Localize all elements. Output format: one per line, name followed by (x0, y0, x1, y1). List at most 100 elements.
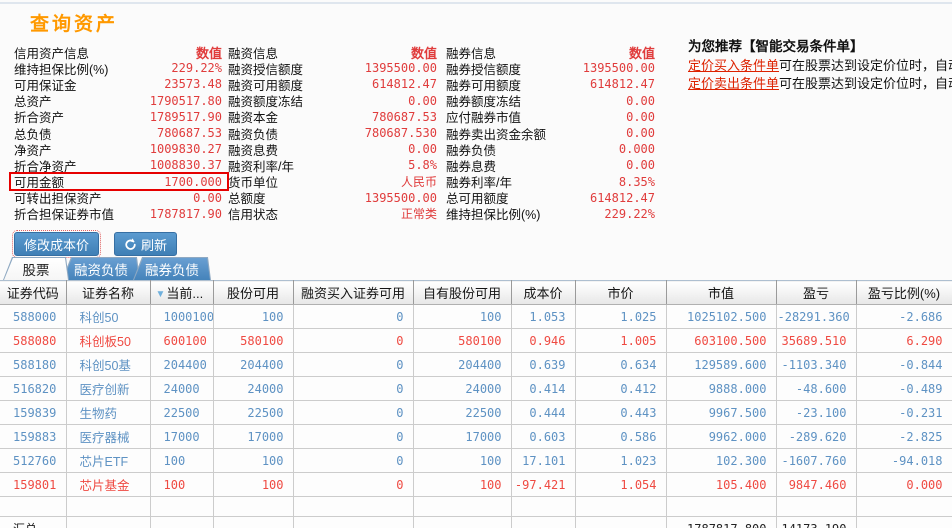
table-cell: 22500 (150, 400, 214, 425)
table-cell: 100 (213, 472, 294, 497)
column-header[interactable]: ▼当前... (150, 280, 214, 305)
table-cell: 医疗器械 (66, 424, 151, 449)
table-cell: 0 (293, 448, 414, 473)
asset-panel-securities-lending: 融券信息 数值 融券授信额度 1395500.00 融券可用额度 614812.47 融券额… (446, 44, 655, 223)
asset-row: 融资本金 780687.53 (228, 109, 437, 126)
holdings-row[interactable]: 588180 科创50基 204400 204400 0 204400 0.639 0.634… (0, 352, 952, 377)
table-cell: 1000100 (150, 304, 214, 329)
table-cell: 102.300 (666, 448, 777, 473)
table-cell: 35689.510 (776, 328, 857, 353)
asset-value: 229.22% (604, 206, 655, 221)
table-cell: 588080 (0, 328, 67, 353)
asset-value: 5.8% (408, 158, 437, 173)
modify-cost-price-button[interactable]: 修改成本价 (11, 230, 102, 258)
tab-股票[interactable]: 股票 (3, 257, 69, 280)
asset-panel-header: 融资信息 数值 (228, 44, 437, 61)
asset-row: 维持担保比例(%) 229.22% (14, 60, 222, 77)
column-header[interactable]: 成本价 (511, 280, 576, 305)
asset-row: 融资息费 0.00 (228, 141, 437, 158)
asset-value: 人民币 (400, 175, 437, 190)
asset-value: 0.000 (618, 142, 655, 157)
asset-value: 0.00 (193, 190, 222, 205)
table-cell: 588000 (0, 304, 67, 329)
table-cell (213, 496, 294, 517)
sell-condition-order-link[interactable]: 定价卖出条件单 (688, 76, 779, 91)
column-header[interactable]: 市价 (575, 280, 667, 305)
table-cell: 100 (413, 472, 512, 497)
holdings-row[interactable]: 588080 科创板50 600100 580100 0 580100 0.946 1.005… (0, 328, 952, 353)
promo-text: 可在股票达到设定价位时，自动 (779, 58, 952, 73)
promo-text: 可在股票达到设定价位时，自动 (779, 76, 952, 91)
table-cell: 9888.000 (666, 376, 777, 401)
holdings-row[interactable]: 512760 芯片ETF 100 100 0 100 17.101 1.023 102.300-… (0, 448, 952, 473)
table-cell: 580100 (213, 328, 294, 353)
holdings-row[interactable]: 588000 科创50 1000100 100 0 100 1.053 1.025 102510… (0, 304, 952, 329)
table-cell: 100 (413, 304, 512, 329)
table-cell (293, 496, 414, 517)
asset-value: 1395500.00 (364, 61, 437, 76)
table-cell: 9962.000 (666, 424, 777, 449)
asset-label: 折合担保证券市值 (14, 208, 115, 223)
table-cell (66, 496, 151, 517)
column-header[interactable]: 市值 (666, 280, 777, 305)
table-cell: 17000 (413, 424, 512, 449)
table-cell: 0.443 (575, 400, 667, 425)
table-cell (776, 496, 857, 517)
column-header[interactable]: 股份可用 (213, 280, 294, 305)
refresh-icon (124, 237, 137, 251)
asset-value: 780687.530 (364, 126, 437, 141)
tab-融券负债[interactable]: 融券负债 (133, 257, 211, 280)
holdings-row[interactable]: 159801 芯片基金 100 100 0 100 -97.421 1.054 105.400 9… (0, 472, 952, 497)
asset-value: 23573.48 (164, 77, 222, 92)
table-cell (856, 516, 952, 528)
asset-row: 总额度 1395500.00 (228, 190, 437, 207)
table-cell: 0.946 (511, 328, 576, 353)
table-cell: 1.054 (575, 472, 667, 497)
asset-row: 融券息费 0.00 (446, 157, 655, 174)
table-cell: 17000 (213, 424, 294, 449)
column-header[interactable]: 盈亏 (776, 280, 857, 305)
table-cell (213, 516, 294, 528)
asset-value: 1009830.27 (149, 142, 222, 157)
refresh-button[interactable]: 刷新 (114, 232, 178, 256)
asset-row: 净资产 1009830.27 (14, 141, 222, 158)
table-cell: 204400 (150, 352, 214, 377)
column-header[interactable]: 自有股份可用 (413, 280, 512, 305)
table-cell: 100 (213, 448, 294, 473)
asset-value: 614812.47 (589, 190, 655, 205)
table-cell: 24000 (413, 376, 512, 401)
asset-value: 8.35% (618, 174, 655, 189)
table-cell: 0 (293, 352, 414, 377)
table-cell: 516820 (0, 376, 67, 401)
table-cell: -94.018 (856, 448, 952, 473)
table-cell: 17.101 (511, 448, 576, 473)
column-header[interactable]: 融资买入证券可用 (293, 280, 414, 305)
table-cell: 9847.460 (776, 472, 857, 497)
column-header[interactable]: 盈亏比例(%) (856, 280, 952, 305)
asset-label: 维持担保比例(%) (446, 208, 541, 223)
table-cell: 100 (413, 448, 512, 473)
asset-row: 融资授信额度 1395500.00 (228, 60, 437, 77)
table-cell (66, 516, 151, 528)
tab-融资负债[interactable]: 融资负债 (62, 257, 140, 280)
column-header[interactable]: 证券代码 (0, 280, 67, 305)
table-cell: 芯片基金 (66, 472, 151, 497)
holdings-row[interactable]: 159839 生物药 22500 22500 0 22500 0.444 0.443 9967.… (0, 400, 952, 425)
table-cell: 512760 (0, 448, 67, 473)
asset-row: 信用状态 正常类 (228, 206, 437, 222)
column-header[interactable]: 证券名称 (66, 280, 151, 305)
buy-condition-order-link[interactable]: 定价买入条件单 (688, 58, 779, 73)
table-cell (0, 496, 67, 517)
table-cell: 24000 (213, 376, 294, 401)
table-cell: -1607.760 (776, 448, 857, 473)
asset-row: 融券负债 0.000 (446, 141, 655, 158)
asset-value: 1395500.00 (364, 190, 437, 205)
table-cell: -48.600 (776, 376, 857, 401)
asset-row: 融券可用额度 614812.47 (446, 76, 655, 93)
holdings-row[interactable]: 159883 医疗器械 17000 17000 0 17000 0.603 0.586 9962… (0, 424, 952, 449)
holdings-table-wrap: 证券代码 证券名称 ▼当前... 股份可用 融资买入证券可用 自有股份可用 成本价 市价 市值盈… (0, 280, 952, 528)
holdings-row[interactable]: 516820 医疗创新 24000 24000 0 24000 0.414 0.412 9888… (0, 376, 952, 401)
table-cell: -28291.360 (776, 304, 857, 329)
asset-row: 总负债 780687.53 (14, 125, 222, 142)
asset-row: 总可用额度 614812.47 (446, 190, 655, 207)
